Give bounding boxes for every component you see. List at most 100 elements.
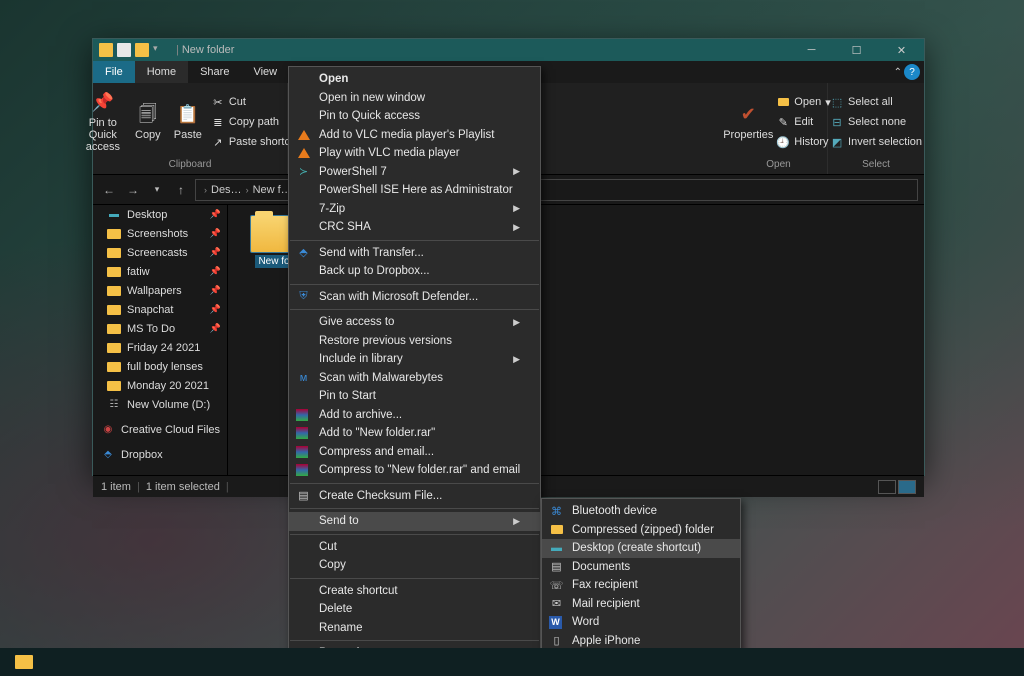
sendto-mail[interactable]: ✉Mail recipient (542, 595, 740, 614)
select-none-button[interactable]: ⊟Select none (830, 113, 922, 131)
menu-rename[interactable]: Rename (289, 619, 540, 638)
titlebar[interactable]: ▾ | New folder ─ ☐ ✕ (93, 39, 924, 61)
paste-shortcut-button[interactable]: ↗Paste shortcut (211, 133, 299, 151)
menu-create-shortcut[interactable]: Create shortcut (289, 582, 540, 601)
sendto-documents[interactable]: ▤Documents (542, 558, 740, 577)
sidebar-item-volume-d[interactable]: ☷New Volume (D:) (93, 395, 227, 414)
sidebar-item-wallpapers[interactable]: Wallpapers📌 (93, 281, 227, 300)
menu-malwarebytes[interactable]: мScan with Malwarebytes (289, 369, 540, 388)
menu-7zip[interactable]: 7-Zip▶ (289, 200, 540, 219)
maximize-button[interactable]: ☐ (834, 39, 879, 61)
tab-view[interactable]: View (241, 61, 289, 83)
menu-copy[interactable]: Copy (289, 556, 540, 575)
menu-add-archive[interactable]: Add to archive... (289, 406, 540, 425)
pin-icon: 📌 (210, 304, 221, 315)
drive-icon: ☷ (107, 399, 121, 411)
chevron-down-icon[interactable]: ▾ (153, 43, 167, 57)
history-icon: 🕘 (776, 135, 790, 149)
menu-open[interactable]: Open (289, 70, 540, 89)
desktop-icon: ▬ (107, 209, 121, 221)
menu-add-rar[interactable]: Add to "New folder.rar" (289, 424, 540, 443)
menu-restore-previous[interactable]: Restore previous versions (289, 332, 540, 351)
menu-include-library[interactable]: Include in library▶ (289, 350, 540, 369)
taskbar-explorer-icon[interactable] (4, 650, 44, 674)
sidebar-item-fatiw[interactable]: fatiw📌 (93, 262, 227, 281)
breadcrumb[interactable]: Des… (211, 184, 242, 196)
up-button[interactable]: ↑ (171, 180, 191, 200)
tab-home[interactable]: Home (135, 61, 188, 83)
address-bar[interactable]: › Des… › New f… (195, 179, 290, 201)
forward-button[interactable]: → (123, 180, 143, 200)
icons-view-button[interactable] (898, 480, 916, 494)
context-menu: Open Open in new window Pin to Quick acc… (288, 66, 541, 667)
menu-checksum[interactable]: ▤Create Checksum File... (289, 487, 540, 506)
breadcrumb[interactable]: New f… (253, 184, 290, 196)
bluetooth-icon: ⌘ (549, 504, 564, 519)
sidebar-item-friday[interactable]: Friday 24 2021 (93, 338, 227, 357)
collapse-ribbon-icon[interactable]: ⌃ (894, 67, 902, 78)
sidebar-item-creative[interactable]: ◉Creative Cloud Files (93, 420, 227, 439)
copy-button[interactable]: 🗐 Copy (131, 87, 165, 157)
copy-icon: 🗐 (136, 103, 160, 127)
sendto-desktop-shortcut[interactable]: ▬Desktop (create shortcut) (542, 539, 740, 558)
menu-backup-dropbox[interactable]: Back up to Dropbox... (289, 262, 540, 281)
edit-button[interactable]: ✎Edit (776, 113, 830, 131)
menu-compress-rar-email[interactable]: Compress to "New folder.rar" and email (289, 461, 540, 480)
sendto-bluetooth[interactable]: ⌘Bluetooth device (542, 502, 740, 521)
back-button[interactable]: ← (99, 180, 119, 200)
menu-delete[interactable]: Delete (289, 600, 540, 619)
menu-compress-email[interactable]: Compress and email... (289, 443, 540, 462)
open-button[interactable]: Open ▾ (776, 93, 830, 111)
sendto-word[interactable]: WWord (542, 613, 740, 632)
sidebar-item-monday[interactable]: Monday 20 2021 (93, 376, 227, 395)
properties-button[interactable]: ✔ Properties (726, 87, 770, 157)
invert-selection-button[interactable]: ◩Invert selection (830, 133, 922, 151)
sidebar-item-mstodo[interactable]: MS To Do📌 (93, 319, 227, 338)
menu-powershell7[interactable]: ≻PowerShell 7▶ (289, 163, 540, 182)
minimize-button[interactable]: ─ (789, 39, 834, 61)
checksum-icon: ▤ (296, 488, 311, 503)
menu-send-transfer[interactable]: ⬘Send with Transfer... (289, 244, 540, 263)
sidebar-item-screencasts[interactable]: Screencasts📌 (93, 243, 227, 262)
sidebar-item-dropbox[interactable]: ⬘Dropbox (93, 445, 227, 464)
submenu-arrow-icon: ▶ (513, 516, 520, 527)
folder-icon[interactable] (135, 43, 149, 57)
details-view-button[interactable] (878, 480, 896, 494)
close-button[interactable]: ✕ (879, 39, 924, 61)
navigation-pane[interactable]: ▬Desktop📌 Screenshots📌 Screencasts📌 fati… (93, 205, 228, 475)
menu-pin-quick-access[interactable]: Pin to Quick access (289, 107, 540, 126)
edit-icon: ✎ (776, 115, 790, 129)
menu-vlc-playlist[interactable]: Add to VLC media player's Playlist (289, 126, 540, 145)
sendto-compressed[interactable]: Compressed (zipped) folder (542, 521, 740, 540)
menu-open-new-window[interactable]: Open in new window (289, 89, 540, 108)
cut-button[interactable]: ✂Cut (211, 93, 299, 111)
pin-to-quick-access-button[interactable]: 📌 Pin to Quick access (81, 87, 125, 157)
menu-give-access[interactable]: Give access to▶ (289, 313, 540, 332)
menu-cut[interactable]: Cut (289, 538, 540, 557)
window-title: New folder (182, 44, 235, 56)
sidebar-item-lenses[interactable]: full body lenses (93, 357, 227, 376)
menu-send-to[interactable]: Send to▶ (289, 512, 540, 531)
paste-button[interactable]: 📋 Paste (171, 87, 205, 157)
tab-share[interactable]: Share (188, 61, 241, 83)
menu-defender[interactable]: ⛨Scan with Microsoft Defender... (289, 288, 540, 307)
menu-pin-start[interactable]: Pin to Start (289, 387, 540, 406)
document-icon[interactable] (117, 43, 131, 57)
sidebar-item-desktop[interactable]: ▬Desktop📌 (93, 205, 227, 224)
sidebar-item-snapchat[interactable]: Snapchat📌 (93, 300, 227, 319)
copy-path-button[interactable]: ≣Copy path (211, 113, 299, 131)
rar-icon (296, 409, 308, 421)
recent-locations-button[interactable]: ▾ (147, 180, 167, 200)
history-button[interactable]: 🕘History (776, 133, 830, 151)
taskbar[interactable] (0, 648, 1024, 676)
menu-vlc-play[interactable]: Play with VLC media player (289, 144, 540, 163)
submenu-arrow-icon: ▶ (513, 166, 520, 177)
sendto-fax[interactable]: ☏Fax recipient (542, 576, 740, 595)
sidebar-item-screenshots[interactable]: Screenshots📌 (93, 224, 227, 243)
separator (290, 284, 539, 285)
menu-powershell-ise[interactable]: PowerShell ISE Here as Administrator (289, 181, 540, 200)
help-icon[interactable]: ? (904, 64, 920, 80)
select-all-button[interactable]: ⬚Select all (830, 93, 922, 111)
menu-crc-sha[interactable]: CRC SHA▶ (289, 218, 540, 237)
tab-file[interactable]: File (93, 61, 135, 83)
